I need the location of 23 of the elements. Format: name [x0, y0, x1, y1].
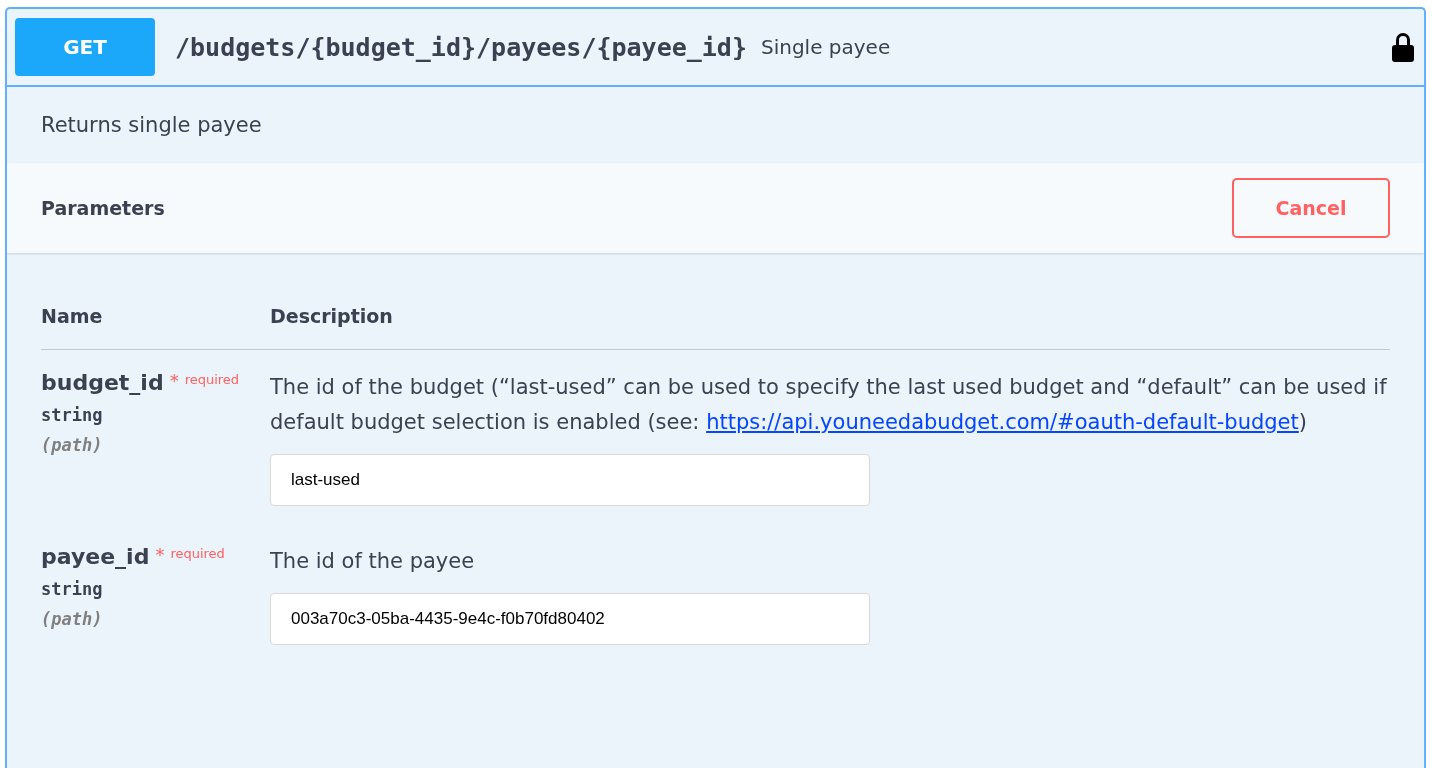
parameter-location: (path) [41, 435, 104, 455]
required-label: required [184, 372, 240, 387]
parameter-input[interactable]: last-used [270, 454, 870, 506]
required-label: required [170, 546, 225, 561]
parameter-description: The id of the payee [270, 548, 476, 575]
docs-link[interactable]: https://api.youneedabudget.com/#oauth-default-budget [706, 410, 1299, 434]
parameter-name: payee_id [41, 544, 150, 569]
parameter-description: The id of the budget (“last-used” can be used to specify the last used budget and “default” can be used if default budget selection is enabled (see: https://api.youneedabudget.com/#oauth-default-budget) [270, 374, 1388, 436]
column-header: Description [270, 305, 393, 327]
required-asterisk: * [169, 370, 179, 391]
operation-description: Returns single payee [40, 112, 263, 139]
parameter-location: (path) [41, 609, 104, 629]
parameters-title: Parameters [41, 197, 165, 219]
method-badge: GET [15, 18, 155, 76]
lock-icon[interactable] [1390, 31, 1416, 63]
parameter-type: string [41, 579, 104, 599]
parameter-input[interactable]: 003a70c3-05ba-4435-9e4c-f0b70fd80402 [270, 593, 870, 645]
endpoint-summary: Single payee [760, 35, 892, 59]
parameter-name: budget_id [41, 370, 164, 395]
endpoint-path: /budgets/{budget_id}/payees/{payee_id} [175, 32, 747, 62]
parameter-type: string [41, 405, 104, 425]
column-header: Name [41, 305, 104, 327]
required-asterisk: * [155, 544, 165, 565]
